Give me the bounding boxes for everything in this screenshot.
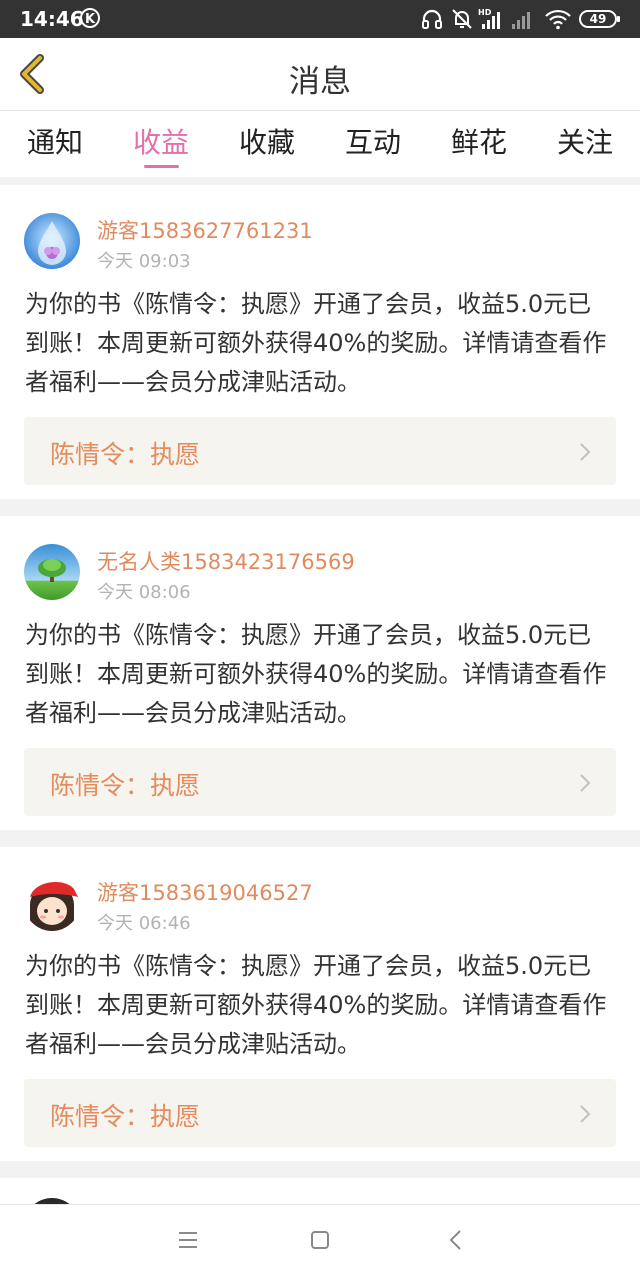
active-tab-indicator — [144, 165, 179, 168]
header: 消息 — [0, 38, 640, 111]
home-square-icon[interactable] — [309, 1229, 331, 1251]
username[interactable]: 无名人类1583423176569 — [97, 546, 355, 576]
book-title: 陈情令：执愿 — [50, 1102, 201, 1131]
status-bar: 14:46 K HD 49 — [0, 0, 640, 38]
username[interactable]: 游客1583627761231 — [97, 215, 313, 245]
book-link[interactable]: 陈情令：执愿 — [24, 417, 616, 485]
menu-icon[interactable] — [177, 1229, 199, 1251]
book-title: 陈情令：执愿 — [50, 440, 201, 469]
avatar[interactable] — [24, 213, 80, 269]
book-title: 陈情令：执愿 — [50, 771, 201, 800]
hd-signal-icon: HD — [478, 8, 500, 29]
message-time: 今天 06:46 — [97, 913, 191, 934]
tab-bar: 通知 收益 收藏 互动 鲜花 关注 — [0, 111, 640, 177]
avatar[interactable] — [24, 875, 80, 931]
girl-red-hat-avatar — [24, 875, 80, 931]
headphones-icon — [422, 9, 442, 29]
message-text: 为你的书《陈情令：执愿》开通了会员，收益5.0元已到账！本周更新可额外获得40%… — [25, 952, 607, 1058]
avatar[interactable] — [24, 544, 80, 600]
book-link[interactable]: 陈情令：执愿 — [24, 748, 616, 816]
svg-text:HD: HD — [478, 8, 492, 17]
back-triangle-icon[interactable] — [445, 1229, 467, 1251]
system-nav-bar — [0, 1204, 640, 1281]
message-card: 无名人类1583423176569 今天 08:06 为你的书《陈情令：执愿》开… — [0, 516, 640, 830]
tab-income[interactable]: 收益 — [111, 121, 211, 161]
message-text: 为你的书《陈情令：执愿》开通了会员，收益5.0元已到账！本周更新可额外获得40%… — [25, 621, 607, 727]
chevron-right-icon — [580, 1105, 591, 1123]
status-time: 14:46 — [20, 7, 84, 31]
book-link[interactable]: 陈情令：执愿 — [24, 1079, 616, 1147]
message-time: 今天 09:03 — [97, 251, 191, 272]
k-badge-icon: K — [80, 8, 100, 28]
battery-icon: 49 — [579, 10, 620, 28]
tab-follow[interactable]: 关注 — [535, 121, 635, 161]
signal-icon — [512, 12, 530, 29]
tab-flowers[interactable]: 鲜花 — [429, 121, 529, 161]
message-card: 游客1583627761231 今天 09:03 为你的书《陈情令：执愿》开通了… — [0, 185, 640, 499]
page-title: 消息 — [289, 64, 351, 100]
mute-bell-icon — [452, 9, 472, 29]
wifi-icon — [545, 9, 571, 30]
tree-sky-avatar — [24, 544, 80, 600]
tab-interaction[interactable]: 互动 — [323, 121, 423, 161]
message-time: 今天 08:06 — [97, 582, 191, 603]
water-drop-flower-avatar — [24, 213, 80, 269]
tab-notice[interactable]: 通知 — [5, 121, 105, 161]
username[interactable]: 游客1583619046527 — [97, 877, 313, 907]
tab-favorites[interactable]: 收藏 — [217, 121, 317, 161]
message-card: 游客1583619046527 今天 06:46 为你的书《陈情令：执愿》开通了… — [0, 847, 640, 1161]
chevron-right-icon — [580, 443, 591, 461]
chevron-right-icon — [580, 774, 591, 792]
message-text: 为你的书《陈情令：执愿》开通了会员，收益5.0元已到账！本周更新可额外获得40%… — [25, 290, 607, 396]
